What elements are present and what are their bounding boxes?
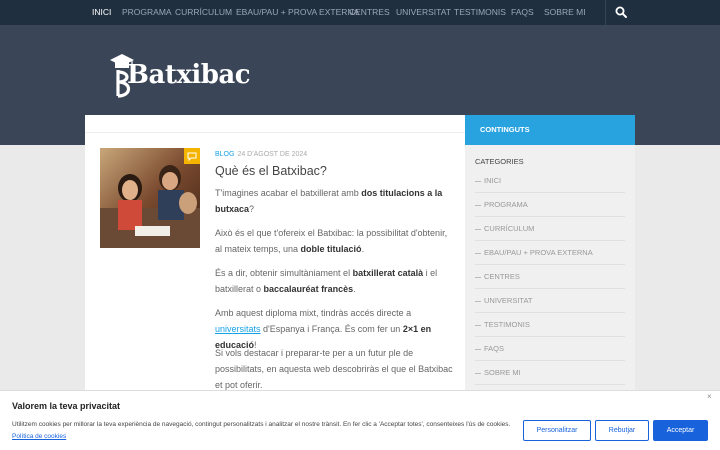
post-paragraph-3: És a dir, obtenir simultàniament el batx… — [215, 268, 438, 294]
nav-item-universitat[interactable]: UNIVERSITAT — [396, 0, 451, 25]
sidebar-item-centres[interactable]: CENTRES — [475, 265, 625, 289]
sidebar-categories-title: CATEGORIES — [475, 157, 524, 166]
comment-icon — [187, 152, 197, 162]
universitats-link[interactable]: universitats — [215, 324, 261, 334]
main-content: BLOG 24 D'AGOST DE 2024 Què és el Batxiba… — [85, 115, 465, 390]
search-icon[interactable] — [615, 6, 627, 18]
content-divider — [85, 132, 465, 133]
nav-item-ebau[interactable]: EBAU/PAU + PROVA EXTERNA — [236, 0, 359, 25]
nav-item-faqs[interactable]: FAQS — [511, 0, 534, 25]
sidebar-item-programa[interactable]: PROGRAMA — [475, 193, 625, 217]
cookie-banner: × Valorem la teva privacitat Utilitzem c… — [0, 390, 720, 450]
cookie-text: Utilitzem cookies per millorar la teva e… — [12, 421, 511, 440]
site-title[interactable]: Batxibac — [127, 60, 251, 90]
nav-item-curriculum[interactable]: CURRÍCULUM — [175, 0, 232, 25]
post-paragraph-1: T'imagines acabar el batxillerat amb dos… — [215, 188, 443, 214]
close-icon[interactable]: × — [707, 392, 712, 401]
sidebar-item-faqs[interactable]: FAQS — [475, 337, 625, 361]
post-date: 24 D'AGOST DE 2024 — [237, 151, 308, 158]
accept-button[interactable]: Acceptar — [653, 420, 708, 441]
nav-item-programa[interactable]: PROGRAMA — [122, 0, 172, 25]
reject-button[interactable]: Rebutjar — [595, 420, 649, 441]
customize-button[interactable]: Personalitzar — [523, 420, 591, 441]
nav-item-sobre-mi[interactable]: SOBRE MI — [544, 0, 586, 25]
nav-item-testimonis[interactable]: TESTIMONIS — [454, 0, 506, 25]
comment-count-badge[interactable] — [184, 148, 200, 164]
sidebar-item-inici[interactable]: INICI — [475, 169, 625, 193]
post-category-link[interactable]: BLOG — [215, 151, 234, 158]
post-title[interactable]: Què és el Batxibac? — [215, 164, 327, 178]
sidebar-item-curriculum[interactable]: CURRÍCULUM — [475, 217, 625, 241]
sidebar-item-universitat[interactable]: UNIVERSITAT — [475, 289, 625, 313]
nav-separator — [605, 0, 606, 25]
post-paragraph-5: Si vols destacar i preparar-te per a un … — [215, 348, 453, 390]
post-meta: BLOG 24 D'AGOST DE 2024 — [215, 151, 307, 158]
sidebar-header: CONTINGUTS — [465, 115, 635, 145]
nav-item-inici[interactable]: INICI — [92, 0, 111, 25]
sidebar: CONTINGUTS CATEGORIES INICI PROGRAMA CUR… — [465, 115, 635, 390]
cookie-policy-link[interactable]: Política de cookies — [12, 433, 66, 440]
sidebar-item-ebau[interactable]: EBAU/PAU + PROVA EXTERNA — [475, 241, 625, 265]
sidebar-item-testimonis[interactable]: TESTIMONIS — [475, 313, 625, 337]
nav-item-centres[interactable]: CENTRES — [349, 0, 390, 25]
sidebar-item-sobre-mi[interactable]: SOBRE MI — [475, 361, 625, 385]
post-paragraph-2: Això és el que t'ofereix el Batxibac: la… — [215, 228, 448, 254]
cookie-title: Valorem la teva privacitat — [12, 401, 121, 411]
top-nav: INICI PROGRAMA CURRÍCULUM EBAU/PAU + PRO… — [0, 0, 720, 25]
post-thumbnail[interactable] — [100, 148, 200, 248]
